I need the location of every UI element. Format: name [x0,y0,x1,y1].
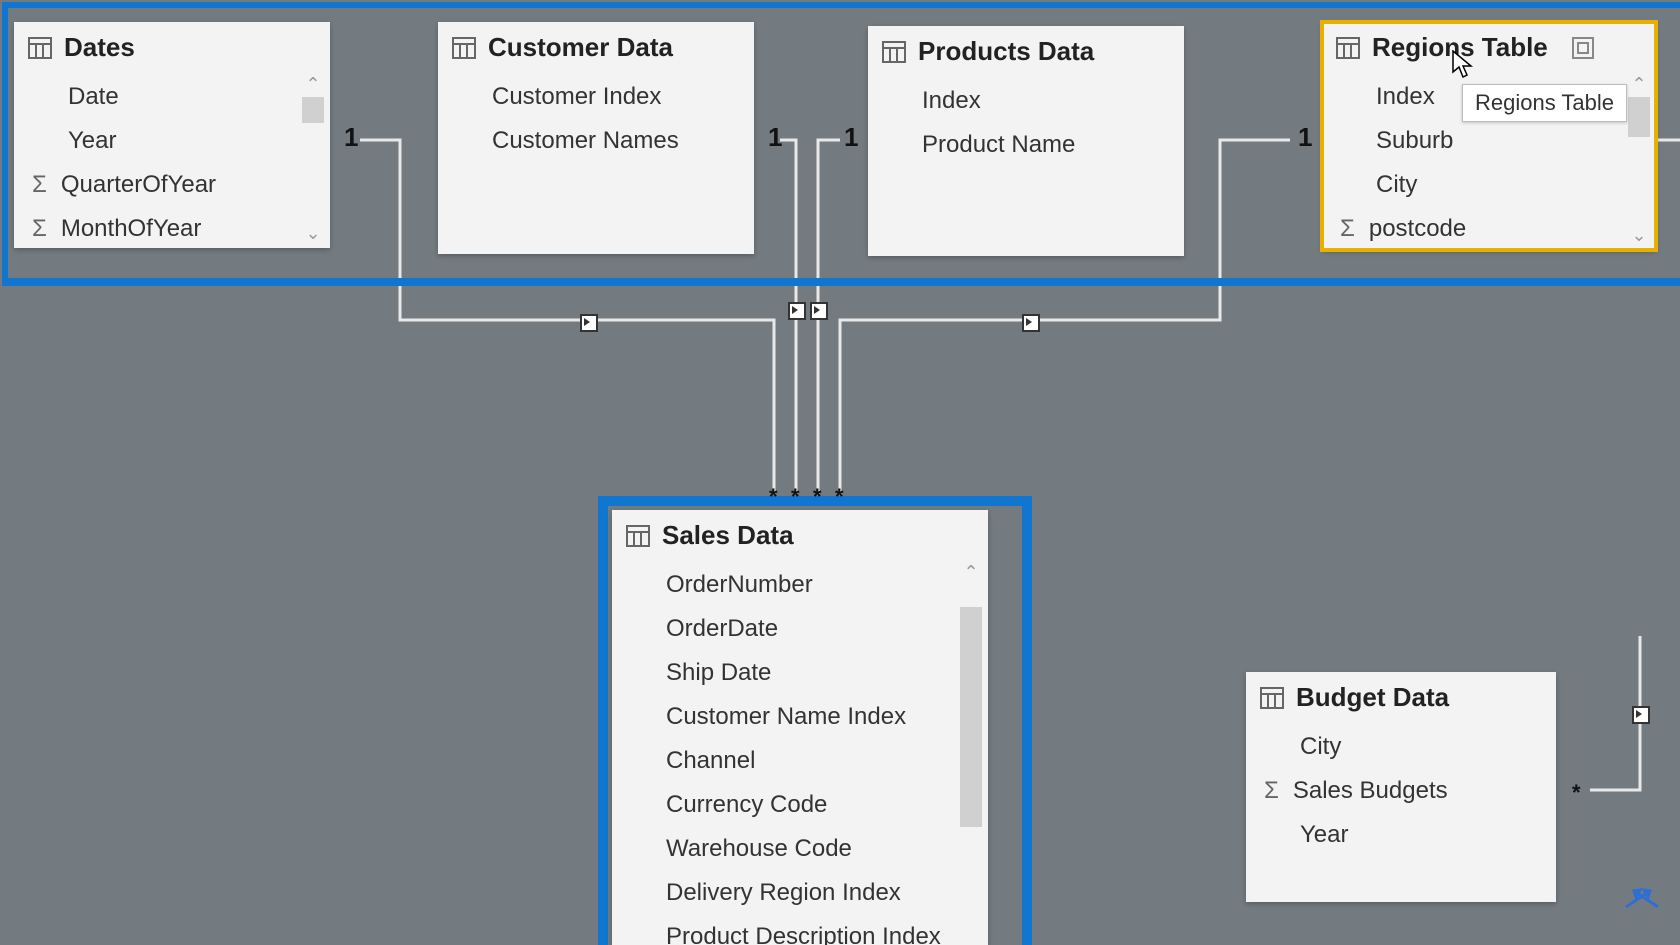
table-header[interactable]: Products Data [868,26,1184,73]
scroll-up-icon[interactable]: ⌃ [1628,73,1650,95]
field-list[interactable]: Customer Index Customer Names [438,69,754,254]
field-list[interactable]: Date Year ΣQuarterOfYear ΣMonthOfYear ⌃ … [14,69,330,248]
field-shipdate[interactable]: Ship Date [612,651,988,695]
scroll-down-icon[interactable]: ⌄ [1628,224,1650,246]
cardinality-many: * [791,484,800,510]
table-icon [1260,687,1284,709]
scroll-down-icon[interactable]: ⌄ [302,222,324,244]
cross-filter-icon[interactable] [1622,885,1662,918]
table-title: Budget Data [1296,682,1449,713]
table-header[interactable]: Regions Table [1322,22,1656,69]
sigma-icon: Σ [1264,777,1279,805]
table-title: Regions Table [1372,32,1548,63]
scrollbar-thumb[interactable] [1628,97,1650,137]
cardinality-many: * [835,484,844,510]
field-suburb[interactable]: Suburb [1322,119,1656,163]
field-postcode[interactable]: Σpostcode [1322,207,1656,250]
field-year[interactable]: Year [14,119,330,163]
field-orderdate[interactable]: OrderDate [612,607,988,651]
cardinality-many: * [813,484,822,510]
table-icon [452,37,476,59]
field-channel[interactable]: Channel [612,739,988,783]
field-city[interactable]: City [1246,725,1556,769]
scroll-up-icon[interactable]: ⌃ [960,561,982,583]
sigma-icon: Σ [32,171,47,199]
scroll-up-icon[interactable]: ⌃ [302,73,324,95]
scrollbar-thumb[interactable] [302,97,324,123]
filter-direction-icon[interactable] [810,302,828,320]
field-date[interactable]: Date [14,75,330,119]
table-icon [1336,37,1360,59]
filter-direction-icon[interactable] [788,302,806,320]
table-customer-data[interactable]: Customer Data Customer Index Customer Na… [438,22,754,254]
sigma-icon: Σ [1340,215,1355,243]
field-delivery-region-index[interactable]: Delivery Region Index [612,871,988,915]
field-warehouse-code[interactable]: Warehouse Code [612,827,988,871]
cardinality-one: 1 [844,122,858,153]
filter-direction-icon[interactable] [1022,314,1040,332]
model-canvas[interactable]: Dates Date Year ΣQuarterOfYear ΣMonthOfY… [0,0,1680,945]
field-list[interactable]: City ΣSales Budgets Year [1246,719,1556,902]
table-title: Sales Data [662,520,794,551]
cardinality-many: * [1572,780,1581,806]
tooltip: Regions Table [1462,84,1627,122]
field-index[interactable]: Index [868,79,1184,123]
filter-direction-icon[interactable] [580,314,598,332]
table-sales-data[interactable]: Sales Data OrderNumber OrderDate Ship Da… [612,510,988,945]
table-header[interactable]: Customer Data [438,22,754,69]
table-dates[interactable]: Dates Date Year ΣQuarterOfYear ΣMonthOfY… [14,22,330,248]
sigma-icon: Σ [32,215,47,243]
filter-direction-icon[interactable] [1632,706,1650,724]
cardinality-many: * [769,484,778,510]
field-ordernumber[interactable]: OrderNumber [612,563,988,607]
field-sales-budgets[interactable]: ΣSales Budgets [1246,769,1556,813]
field-quarterofyear[interactable]: ΣQuarterOfYear [14,163,330,207]
field-customer-name-index[interactable]: Customer Name Index [612,695,988,739]
cardinality-one: 1 [344,122,358,153]
field-product-name[interactable]: Product Name [868,123,1184,167]
table-title: Dates [64,32,135,63]
field-product-description-index[interactable]: Product Description Index [612,915,988,945]
scrollbar-thumb[interactable] [960,607,982,827]
table-products-data[interactable]: Products Data Index Product Name [868,26,1184,256]
table-icon [28,37,52,59]
field-customer-index[interactable]: Customer Index [438,75,754,119]
table-header[interactable]: Sales Data [612,510,988,557]
cardinality-one: 1 [768,122,782,153]
field-list[interactable]: OrderNumber OrderDate Ship Date Customer… [612,557,988,945]
table-icon [882,41,906,63]
table-title: Products Data [918,36,1094,67]
table-icon [626,525,650,547]
table-title: Customer Data [488,32,673,63]
table-header[interactable]: Dates [14,22,330,69]
maximize-icon[interactable] [1572,37,1594,59]
field-monthofyear[interactable]: ΣMonthOfYear [14,207,330,248]
field-currency-code[interactable]: Currency Code [612,783,988,827]
field-city[interactable]: City [1322,163,1656,207]
field-customer-names[interactable]: Customer Names [438,119,754,163]
table-header[interactable]: Budget Data [1246,672,1556,719]
field-year[interactable]: Year [1246,813,1556,857]
field-list[interactable]: Index Product Name [868,73,1184,256]
table-budget-data[interactable]: Budget Data City ΣSales Budgets Year [1246,672,1556,902]
cardinality-one: 1 [1298,122,1312,153]
table-regions-table[interactable]: Regions Table Index Suburb City Σpostcod… [1322,22,1656,250]
